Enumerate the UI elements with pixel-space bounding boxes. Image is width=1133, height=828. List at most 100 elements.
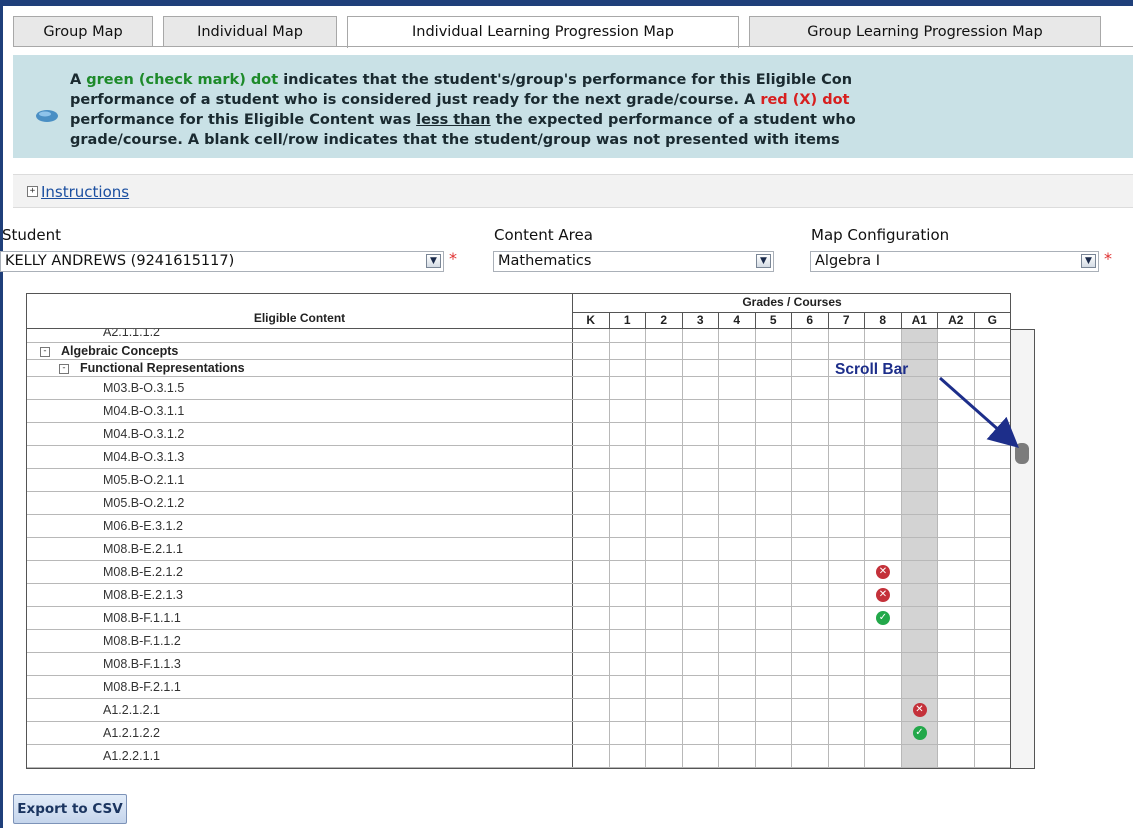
red-x-icon: ✕ <box>876 565 890 579</box>
section-algebraic-concepts[interactable]: - Algebraic Concepts <box>27 343 573 359</box>
grade-cell-g <box>975 492 1011 514</box>
grade-cell-5 <box>756 699 792 721</box>
grade-cell-g <box>975 607 1011 629</box>
grade-cell-3 <box>683 630 719 652</box>
grade-cell-3 <box>683 343 719 359</box>
subsection-functional-representations[interactable]: - Functional Representations <box>27 360 573 376</box>
grade-cell-g <box>975 676 1011 698</box>
grade-cell-4 <box>719 561 756 583</box>
grade-cell-3 <box>683 329 719 342</box>
grade-cell-5 <box>756 676 792 698</box>
grade-cell-4 <box>719 607 756 629</box>
grade-cell-7 <box>829 377 865 399</box>
grade-cell-3 <box>683 653 719 675</box>
grade-cell-5 <box>756 343 792 359</box>
tab-individual-map[interactable]: Individual Map <box>163 16 337 46</box>
grade-cell-3 <box>683 377 719 399</box>
grade-cell-6 <box>792 492 829 514</box>
grade-cell-1 <box>610 423 646 445</box>
grade-cell-a1 <box>901 561 938 583</box>
export-csv-button[interactable]: Export to CSV <box>13 794 127 824</box>
chevron-down-icon[interactable]: ▼ <box>1081 254 1096 268</box>
grade-cell-4 <box>719 446 756 468</box>
eligible-content-code: M06.B-E.3.1.2 <box>27 515 573 537</box>
grade-cell-2 <box>646 722 683 744</box>
grade-cell-g <box>975 377 1011 399</box>
grade-cell-6 <box>792 653 829 675</box>
eligible-content-code: M08.B-E.2.1.2 <box>27 561 573 583</box>
grade-cell-5 <box>756 607 792 629</box>
grade-cell-4 <box>719 469 756 491</box>
eligible-content-code: A1.2.1.2.2 <box>27 722 573 744</box>
grade-cell-g <box>975 653 1011 675</box>
eligible-content-code: M08.B-F.1.1.3 <box>27 653 573 675</box>
grade-cell-a2 <box>938 630 975 652</box>
table-row: M04.B-O.3.1.1 <box>27 400 1010 423</box>
student-label: Student <box>2 226 62 244</box>
grade-cell-4 <box>719 538 756 560</box>
map-configuration-select-value: Algebra I <box>815 253 881 269</box>
grade-cell-8: ✕ <box>865 561 902 583</box>
chevron-down-icon[interactable]: ▼ <box>426 254 441 268</box>
grade-cell-g <box>975 584 1011 606</box>
grade-cell-3 <box>683 400 719 422</box>
grade-cell-5 <box>756 515 792 537</box>
map-configuration-select[interactable]: Algebra I ▼ <box>810 251 1099 272</box>
grade-cell-a2 <box>938 584 975 606</box>
grade-cell-g <box>975 515 1011 537</box>
grade-cell-k <box>573 676 610 698</box>
grade-cell-5 <box>756 653 792 675</box>
green-check-icon: ✓ <box>912 726 927 740</box>
grade-cell-1 <box>610 446 646 468</box>
grade-cell-2 <box>646 469 683 491</box>
instructions-link[interactable]: Instructions <box>41 183 129 201</box>
grade-cell-a2 <box>938 343 975 359</box>
grade-cell-a2 <box>938 561 975 583</box>
tab-group-learning-progression-map[interactable]: Group Learning Progression Map <box>749 16 1101 46</box>
student-select[interactable]: KELLY ANDREWS (9241615117) ▼ <box>0 251 444 272</box>
expand-plus-icon[interactable]: + <box>27 186 38 197</box>
tab-group-map[interactable]: Group Map <box>13 16 153 46</box>
grade-cell-k <box>573 538 610 560</box>
grade-cell-7 <box>829 699 865 721</box>
grade-cell-3 <box>683 360 719 376</box>
grade-cell-5 <box>756 329 792 342</box>
grade-cell-6 <box>792 561 829 583</box>
content-area-label: Content Area <box>494 226 593 244</box>
collapse-minus-icon[interactable]: - <box>59 363 69 374</box>
scrollbar-track[interactable] <box>1011 329 1035 769</box>
table-row: M08.B-F.1.1.3 <box>27 653 1011 676</box>
grade-cell-1 <box>610 343 646 359</box>
content-area-select-value: Mathematics <box>498 253 592 269</box>
grade-cell-a2 <box>938 699 975 721</box>
grade-cell-a2 <box>938 745 975 767</box>
tab-individual-learning-progression-map[interactable]: Individual Learning Progression Map <box>347 16 739 48</box>
grade-header-a2: A2 <box>938 312 975 328</box>
grade-cell-a2 <box>938 400 975 422</box>
grade-cell-4 <box>719 584 756 606</box>
legend-green-term: green (check mark) dot <box>86 72 279 88</box>
scrollbar-thumb[interactable] <box>1015 443 1029 464</box>
collapse-minus-icon[interactable]: - <box>40 346 50 357</box>
eligible-content-code: A1.2.1.2.1 <box>27 699 573 721</box>
grade-cell-8 <box>865 400 902 422</box>
grade-cell-8 <box>865 492 902 514</box>
grade-cell-1 <box>610 699 646 721</box>
eligible-content-code: A1.2.2.1.1 <box>27 745 573 767</box>
grade-cell-2 <box>646 630 683 652</box>
grade-cell-6 <box>792 446 829 468</box>
grade-cell-8 <box>865 377 902 399</box>
grade-cell-g <box>975 343 1011 359</box>
grade-cell-a1 <box>901 745 938 767</box>
grade-cell-2 <box>646 538 683 560</box>
grade-cell-a1 <box>901 538 938 560</box>
content-area-select[interactable]: Mathematics ▼ <box>493 251 774 272</box>
grade-cell-3 <box>683 561 719 583</box>
grade-cell-5 <box>756 745 792 767</box>
grade-cell-1 <box>610 538 646 560</box>
grade-cell-4 <box>719 653 756 675</box>
grade-cell-a1 <box>901 676 938 698</box>
grade-cell-3 <box>683 722 719 744</box>
chevron-down-icon[interactable]: ▼ <box>756 254 771 268</box>
grid-body: A2.1.1.1.2- Algebraic Concepts - Functional… <box>26 329 1011 769</box>
